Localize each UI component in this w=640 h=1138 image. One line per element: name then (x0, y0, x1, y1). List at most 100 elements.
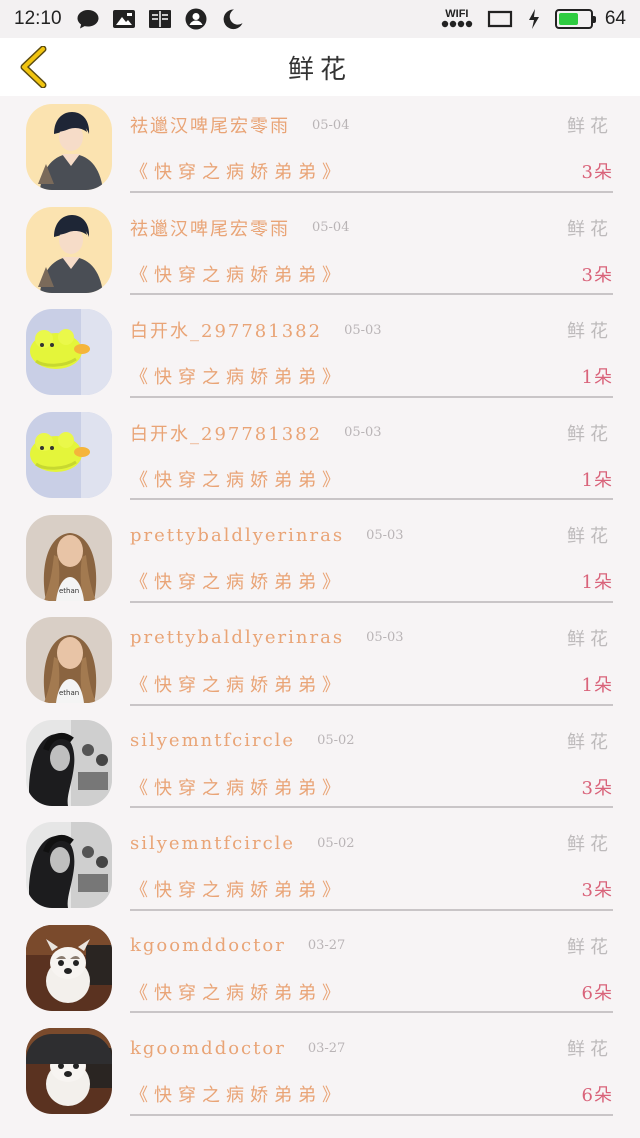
list-item-body: prettybaldlyerinras 05-03 鲜花 《快穿之病娇弟弟》 1… (130, 617, 613, 706)
book-title[interactable]: 《快穿之病娇弟弟》 (130, 1081, 346, 1107)
gift-count: 6朵 (581, 982, 613, 1004)
gift-date: 05-04 (312, 220, 350, 236)
gift-date: 05-04 (312, 117, 350, 133)
list-item-8[interactable]: silyemntfcircle 05-02 鲜花 《快穿之病娇弟弟》 3朵 (0, 814, 640, 917)
page-title: 鲜花 (287, 54, 352, 85)
gift-type: 鲜花 (567, 116, 613, 137)
list-item-body: kgoomddoctor 03-27 鲜花 《快穿之病娇弟弟》 6朵 (130, 1027, 613, 1116)
list-item-header: silyemntfcircle 05-02 鲜花 (130, 826, 613, 860)
list-item-3[interactable]: 白开水_297781382 05-03 鲜花 《快穿之病娇弟弟》 1朵 (0, 301, 640, 404)
gift-type: 鲜花 (567, 526, 613, 548)
list-item-header: 祛邋汉啤尾宏零雨 05-04 鲜花 (130, 108, 613, 142)
svg-text:ethan: ethan (59, 689, 79, 697)
chat-bubble-icon (77, 10, 99, 29)
user-name[interactable]: 白开水_297781382 (130, 317, 322, 343)
book-title[interactable]: 《快穿之病娇弟弟》 (130, 979, 346, 1005)
gift-date: 05-03 (366, 527, 404, 543)
user-name[interactable]: 祛邋汉啤尾宏零雨 (130, 215, 290, 241)
avatar[interactable]: ethan (26, 514, 112, 601)
gift-type: 鲜花 (567, 423, 613, 445)
gift-date: 03-27 (307, 1040, 346, 1056)
book-icon (148, 10, 171, 28)
user-name[interactable]: kgoomddoctor (130, 935, 286, 956)
screen-icon (487, 10, 512, 28)
book-title[interactable]: 《快穿之病娇弟弟》 (130, 568, 346, 594)
gift-count: 1朵 (581, 367, 613, 389)
gift-date: 03-27 (307, 938, 346, 954)
list-item-5[interactable]: ethan prettybaldlyerinras 05-03 鲜花 《快穿之病… (0, 506, 640, 609)
user-name[interactable]: silyemntfcircle (130, 833, 295, 854)
list-item-6[interactable]: ethan prettybaldlyerinras 05-03 鲜花 《快穿之病… (0, 609, 640, 712)
user-name[interactable]: silyemntfcircle (130, 730, 295, 751)
status-time: 12:10 (14, 8, 62, 29)
gift-count: 6朵 (581, 1085, 613, 1107)
svg-text:ethan: ethan (59, 587, 79, 595)
list-item-detail: 《快穿之病娇弟弟》 1朵 (130, 462, 613, 496)
avatar[interactable] (26, 719, 112, 806)
book-title[interactable]: 《快穿之病娇弟弟》 (130, 261, 346, 287)
book-title[interactable]: 《快穿之病娇弟弟》 (130, 671, 346, 697)
user-name[interactable]: kgoomddoctor (130, 1038, 286, 1059)
status-bar: 12:10 WIFI 64 (0, 0, 640, 38)
avatar[interactable]: ethan (26, 617, 112, 704)
book-title[interactable]: 《快穿之病娇弟弟》 (130, 876, 346, 902)
top-header: 鲜花 (0, 38, 640, 96)
status-system-icons: WIFI 64 (441, 8, 626, 30)
account-icon (185, 8, 207, 30)
back-button[interactable] (14, 44, 54, 90)
list-item-1[interactable]: 祛邋汉啤尾宏零雨 05-04 鲜花 《快穿之病娇弟弟》 3朵 (0, 96, 640, 199)
user-name[interactable]: prettybaldlyerinras (130, 627, 344, 648)
gift-count: 3朵 (581, 162, 613, 183)
list-item-9[interactable]: kgoomddoctor 03-27 鲜花 《快穿之病娇弟弟》 6朵 (0, 917, 640, 1020)
moon-icon (223, 9, 243, 30)
list-item-4[interactable]: 白开水_297781382 05-03 鲜花 《快穿之病娇弟弟》 1朵 (0, 404, 640, 507)
wifi-label: WIFI (445, 8, 469, 20)
list-item-body: 祛邋汉啤尾宏零雨 05-04 鲜花 《快穿之病娇弟弟》 3朵 (130, 104, 613, 193)
list-item-10[interactable]: kgoomddoctor 03-27 鲜花 《快穿之病娇弟弟》 6朵 (0, 1019, 640, 1122)
avatar[interactable] (26, 104, 112, 191)
gift-count: 1朵 (581, 469, 613, 491)
user-name[interactable]: prettybaldlyerinras (130, 525, 344, 546)
avatar-image (26, 719, 112, 806)
book-title[interactable]: 《快穿之病娇弟弟》 (130, 774, 346, 800)
list-item-header: kgoomddoctor 03-27 鲜花 (130, 929, 613, 963)
user-name[interactable]: 祛邋汉啤尾宏零雨 (130, 112, 290, 138)
avatar[interactable] (26, 822, 112, 909)
gift-date: 05-03 (344, 322, 382, 338)
chevron-left-icon (20, 46, 47, 88)
avatar-image: ethan (26, 617, 112, 704)
avatar[interactable] (26, 412, 112, 499)
gift-record-list[interactable]: 祛邋汉啤尾宏零雨 05-04 鲜花 《快穿之病娇弟弟》 3朵 祛邋汉啤尾宏零雨 … (0, 96, 640, 1138)
avatar[interactable] (26, 206, 112, 293)
gift-count: 1朵 (581, 674, 613, 696)
gift-date: 05-03 (366, 630, 404, 646)
book-title[interactable]: 《快穿之病娇弟弟》 (130, 158, 346, 184)
list-item-body: 白开水_297781382 05-03 鲜花 《快穿之病娇弟弟》 1朵 (130, 309, 613, 398)
user-name[interactable]: 白开水_297781382 (130, 420, 322, 446)
gift-type: 鲜花 (567, 321, 613, 343)
gift-type: 鲜花 (567, 731, 613, 753)
avatar-image (26, 822, 112, 909)
book-title[interactable]: 《快穿之病娇弟弟》 (130, 363, 346, 389)
avatar-image (26, 104, 112, 191)
avatar-partial[interactable] (26, 1034, 112, 1064)
book-title[interactable]: 《快穿之病娇弟弟》 (130, 466, 346, 492)
gift-type: 鲜花 (567, 834, 613, 856)
avatar-image (26, 925, 112, 1012)
avatar[interactable] (26, 309, 112, 396)
list-item-header: prettybaldlyerinras 05-03 鲜花 (130, 518, 613, 552)
image-icon (112, 10, 135, 28)
list-item-header: silyemntfcircle 05-02 鲜花 (130, 724, 613, 758)
gift-count: 3朵 (581, 264, 613, 286)
list-item-2[interactable]: 祛邋汉啤尾宏零雨 05-04 鲜花 《快穿之病娇弟弟》 3朵 (0, 199, 640, 302)
list-item-detail: 《快穿之病娇弟弟》 3朵 (130, 872, 613, 906)
list-item-detail: 《快穿之病娇弟弟》 1朵 (130, 359, 613, 393)
avatar[interactable] (26, 925, 112, 1012)
gift-count: 3朵 (581, 880, 613, 902)
charging-icon (528, 9, 539, 29)
list-item-7[interactable]: silyemntfcircle 05-02 鲜花 《快穿之病娇弟弟》 3朵 (0, 712, 640, 815)
list-item-body: silyemntfcircle 05-02 鲜花 《快穿之病娇弟弟》 3朵 (130, 720, 613, 809)
list-item-body: silyemntfcircle 05-02 鲜花 《快穿之病娇弟弟》 3朵 (130, 822, 613, 911)
list-item-header: 白开水_297781382 05-03 鲜花 (130, 313, 613, 347)
battery-indicator: 64 (554, 8, 626, 30)
